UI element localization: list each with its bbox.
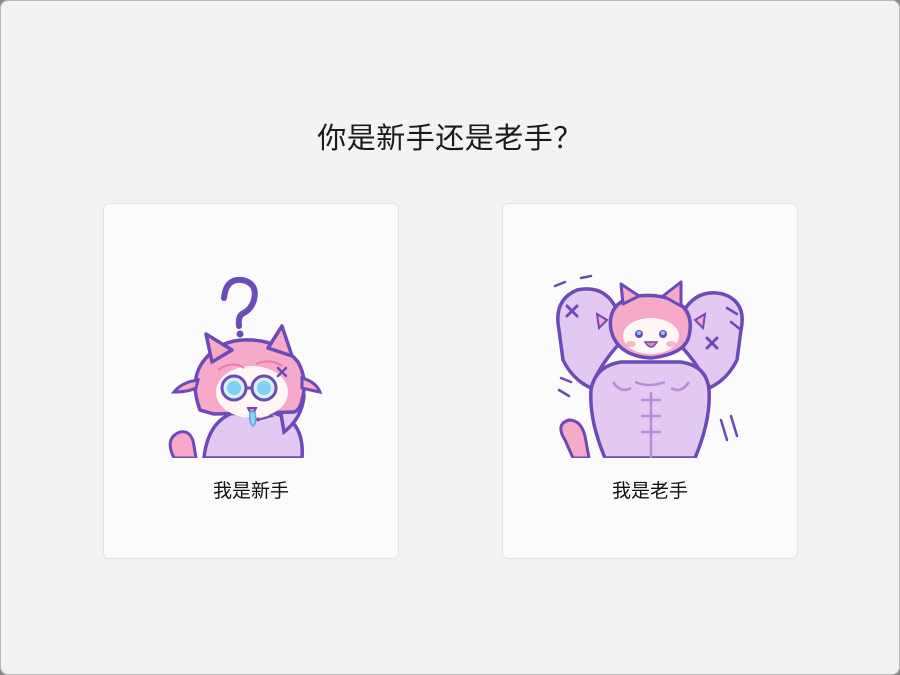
beginner-option-card[interactable]: 我是新手	[103, 203, 399, 559]
expert-option-label: 我是老手	[611, 480, 688, 502]
beginner-option-label: 我是新手	[212, 480, 289, 502]
onboarding-window: 你是新手还是老手？ 我是新手 我是老手	[0, 0, 900, 675]
expert-option-card[interactable]: 我是老手	[502, 203, 798, 559]
confused-catgirl-illustration	[152, 270, 352, 458]
question-title: 你是新手还是老手？	[317, 121, 583, 155]
muscular-catgirl-illustration	[551, 270, 751, 458]
